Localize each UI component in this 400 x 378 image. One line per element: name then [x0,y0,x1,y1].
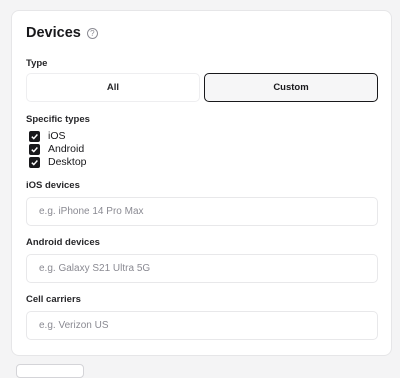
checkbox-android[interactable]: Android [29,143,84,155]
cell-carriers-label: Cell carriers [26,294,81,305]
checkbox-checked-icon[interactable] [29,143,40,155]
section-header: Devices ? [26,25,98,41]
specific-types-label: Specific types [26,114,90,125]
ios-devices-input[interactable] [26,197,378,226]
checkbox-checked-icon[interactable] [29,156,40,168]
type-label: Type [26,58,48,69]
checkbox-label: Android [48,143,85,155]
checkbox-label: iOS [48,130,66,142]
type-custom-button[interactable]: Custom [204,73,378,102]
checkbox-ios[interactable]: iOS [29,130,66,142]
checkbox-label: Desktop [48,156,87,168]
ios-devices-label: iOS devices [26,180,80,191]
section-title: Devices [26,25,81,41]
help-icon[interactable]: ? [86,27,98,39]
checkbox-checked-icon[interactable] [29,130,40,142]
type-all-button[interactable]: All [26,73,200,102]
android-devices-label: Android devices [26,237,100,248]
devices-card: Devices ? Type All Custom Specific types… [11,10,392,356]
cell-carriers-input[interactable] [26,311,378,340]
partial-button[interactable] [16,364,84,378]
android-devices-input[interactable] [26,254,378,283]
checkbox-desktop[interactable]: Desktop [29,156,87,168]
